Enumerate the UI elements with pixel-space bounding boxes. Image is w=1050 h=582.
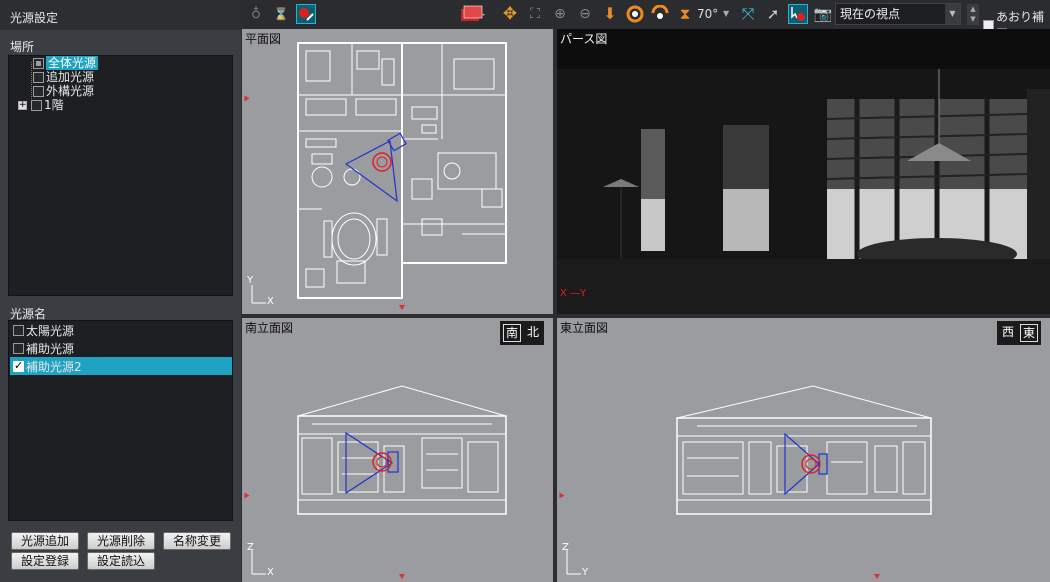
tree-item-checkbox[interactable] xyxy=(33,57,44,69)
viewpoint-spinner[interactable]: ▲ ▼ xyxy=(967,4,979,25)
marker-icon xyxy=(874,574,880,579)
axis-y-label: Y xyxy=(582,567,589,578)
toolbar: ♁ ⌛ ✥ ⛶ ⊕ ⊖ ⬇ ⧗ 70° ▼ ⤧ ➚ 📷 現在の視点 ▼ ▲ ▼ あ… xyxy=(241,0,1050,41)
pan-icon[interactable]: ✥ xyxy=(500,4,520,24)
perspective-view[interactable]: パース図 X ―Y xyxy=(557,29,1050,314)
plan-drawing xyxy=(251,42,507,304)
fov-dropdown-icon[interactable]: ▼ xyxy=(723,9,729,18)
marker-icon xyxy=(244,95,250,102)
tree-item-checkbox[interactable] xyxy=(31,99,42,111)
panel-title: 光源設定 xyxy=(0,0,241,30)
south-elevation-drawing xyxy=(251,385,507,575)
tree-item-checkbox[interactable] xyxy=(33,71,44,83)
light-pointer-icon[interactable] xyxy=(788,4,808,24)
viewpoint-select[interactable]: 現在の視点 ▼ xyxy=(835,3,961,25)
perspective-render xyxy=(557,29,1050,314)
tree-item-added-lights[interactable]: 追加光源 xyxy=(33,70,94,84)
marker-icon xyxy=(559,492,565,499)
field-of-view-icon[interactable]: ⧗ xyxy=(675,4,695,24)
spot-light-icon[interactable]: ⌛ xyxy=(271,4,291,24)
chevron-down-icon: ▼ xyxy=(945,4,960,24)
marker-icon xyxy=(399,305,405,310)
axis-x-label: X xyxy=(267,567,274,578)
orbit-icon[interactable] xyxy=(625,4,645,24)
walk-forward-icon[interactable]: ⬇ xyxy=(600,4,620,24)
tree-item-checkbox[interactable] xyxy=(33,85,44,97)
tree-item-exterior-lights[interactable]: 外構光源 xyxy=(33,84,94,98)
display-mode-icon[interactable] xyxy=(459,4,487,24)
axis-z-label: Z xyxy=(562,542,569,553)
plan-view[interactable]: 平面図 Y X xyxy=(242,29,553,314)
axis-label: X ―Y xyxy=(560,288,587,299)
rename-button[interactable]: 名称変更 xyxy=(163,532,231,550)
location-label: 場所 xyxy=(10,40,35,54)
add-light-button[interactable]: 光源追加 xyxy=(11,532,79,550)
marker-icon xyxy=(399,574,405,579)
expand-icon[interactable]: + xyxy=(18,100,27,110)
light-source-checkbox[interactable] xyxy=(13,359,24,372)
zoom-out-icon[interactable]: ⊖ xyxy=(575,4,595,24)
viewport-title: パース図 xyxy=(560,32,608,46)
fov-value[interactable]: 70° xyxy=(697,7,718,21)
tree-item-all-lights[interactable]: 全体光源 xyxy=(33,56,99,70)
light-settings-panel: 光源設定 場所 全体光源 追加光源 外構光源 + 1階 光源名 太陽光源 補助光… xyxy=(0,0,241,582)
light-source-item[interactable]: 補助光源 xyxy=(10,339,232,357)
place-light-icon[interactable] xyxy=(296,4,316,24)
light-source-checkbox[interactable] xyxy=(13,342,24,354)
tree-item-floor-1[interactable]: + 1階 xyxy=(18,98,64,112)
marker-icon xyxy=(244,492,250,499)
axis-z-label: Z xyxy=(247,542,254,553)
lamp-light-icon[interactable]: ♁ xyxy=(246,4,266,24)
light-source-item[interactable]: 太陽光源 xyxy=(10,321,232,339)
east-elevation-view[interactable]: 東立面図 西 東 Z Y xyxy=(557,318,1050,582)
look-around-icon[interactable] xyxy=(650,4,670,24)
zoom-in-icon[interactable]: ⊕ xyxy=(550,4,570,24)
save-settings-button[interactable]: 設定登録 xyxy=(11,552,79,570)
axis-y-label: Y xyxy=(247,275,254,286)
camera-icon[interactable]: 📷 xyxy=(813,4,833,24)
east-elevation-drawing xyxy=(566,385,932,575)
location-tree: 全体光源 追加光源 外構光源 + 1階 xyxy=(8,55,233,296)
zoom-window-icon[interactable]: ⛶ xyxy=(525,4,545,24)
light-source-list: 太陽光源 補助光源 補助光源2 xyxy=(8,320,233,521)
axis-x-label: X xyxy=(267,296,274,307)
light-source-item-selected[interactable]: 補助光源2 xyxy=(10,357,232,375)
south-elevation-view[interactable]: 南立面図 南 北 Z X xyxy=(242,318,553,582)
fit-all-icon[interactable]: ⤧ xyxy=(738,4,758,24)
delete-light-button[interactable]: 光源削除 xyxy=(87,532,155,550)
select-pointer-icon[interactable]: ➚ xyxy=(763,4,783,24)
load-settings-button[interactable]: 設定読込 xyxy=(87,552,155,570)
light-source-checkbox[interactable] xyxy=(13,324,24,336)
